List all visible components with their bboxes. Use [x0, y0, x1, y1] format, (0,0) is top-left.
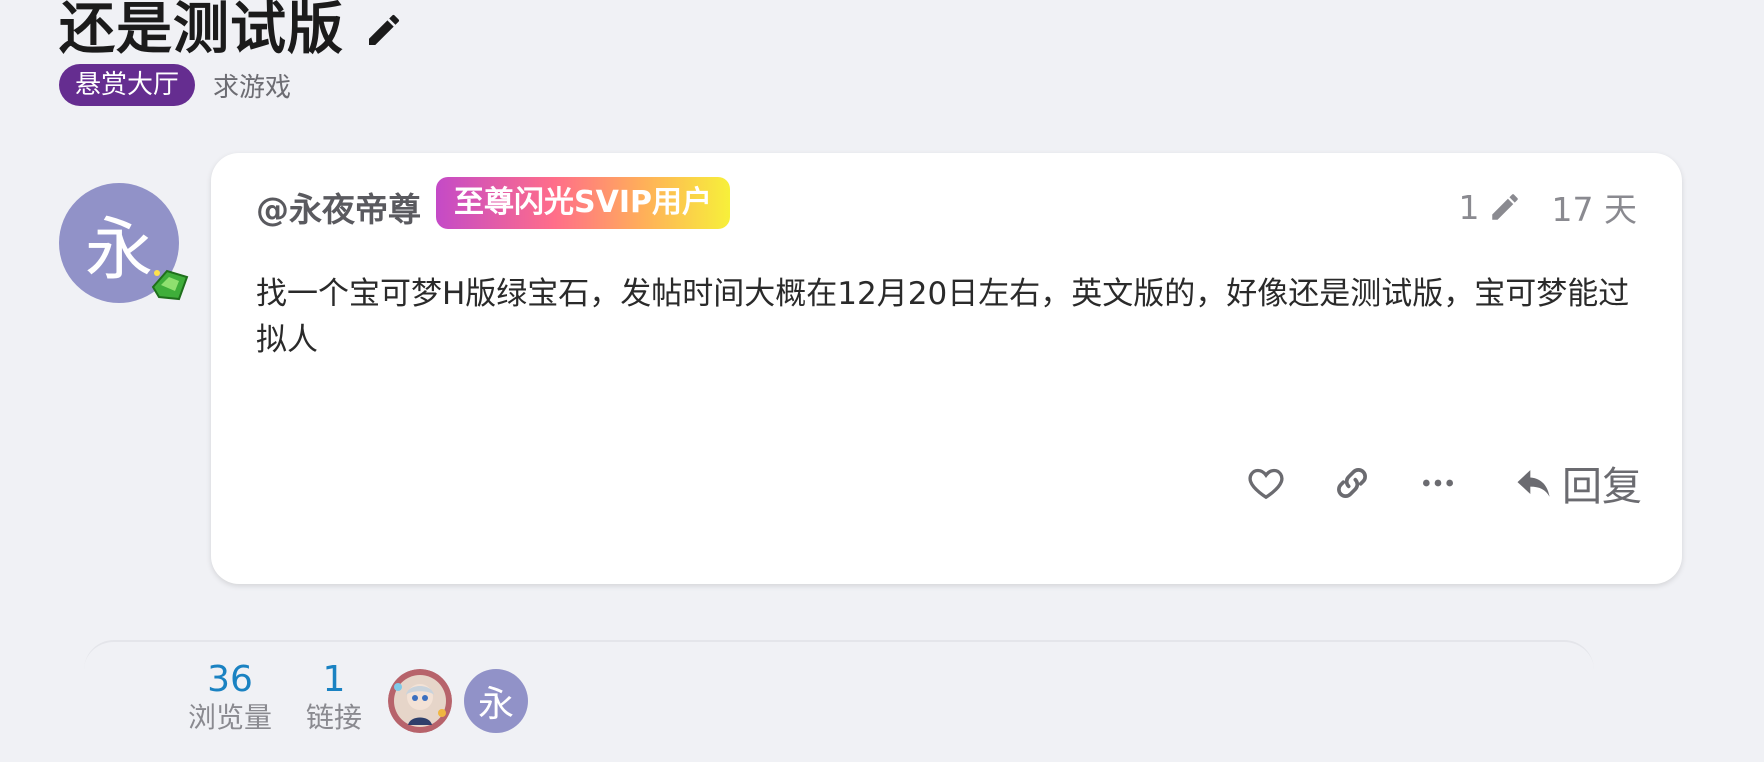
share-link-button[interactable]: [1322, 453, 1382, 513]
flair-icon: [149, 265, 191, 303]
title-row: 还是测试版: [59, 0, 406, 60]
links-label: 链接: [306, 701, 363, 734]
links-count: 1: [322, 659, 346, 700]
ellipsis-icon: [1423, 479, 1453, 487]
user-title-badge: 至尊闪光SVIP用户: [436, 177, 730, 229]
pencil-icon: [1491, 194, 1518, 220]
topic-header: 还是测试版 悬赏大厅 求游戏: [59, 0, 406, 106]
category-badge[interactable]: 悬赏大厅: [59, 64, 196, 106]
post-actions: 回复: [1210, 453, 1642, 513]
link-icon: [1337, 468, 1367, 498]
views-stat: 36 浏览量: [188, 660, 272, 736]
username[interactable]: @永夜帝尊: [256, 183, 421, 231]
post-age[interactable]: 17 天: [1552, 183, 1637, 231]
topic-title[interactable]: 还是测试版: [59, 0, 344, 60]
post-meta: 1 17 天: [1459, 183, 1637, 231]
edit-count: 1: [1458, 187, 1480, 227]
links-stat[interactable]: 1 链接: [306, 660, 362, 736]
topic-tag[interactable]: 求游戏: [213, 67, 291, 104]
participant-avatar[interactable]: [388, 669, 452, 733]
post-body: 找一个宝可梦H版绿宝石，发帖时间大概在12月20日左右，英文版的，好像还是测试版…: [256, 276, 1630, 358]
topic-map: 36 浏览量 1 链接 永: [84, 640, 1594, 762]
views-label: 浏览量: [188, 701, 273, 734]
reply-icon: [1517, 470, 1550, 497]
edit-history-button[interactable]: 1: [1459, 188, 1522, 227]
post-card: @永夜帝尊 至尊闪光SVIP用户 1 17 天 找一个宝可梦H版绿宝石，发帖时间…: [211, 153, 1682, 584]
pencil-icon[interactable]: [362, 8, 406, 52]
category-row: 悬赏大厅 求游戏: [59, 64, 406, 106]
heart-icon: [1248, 468, 1284, 500]
participant-avatar[interactable]: 永: [464, 669, 528, 733]
views-count: 36: [207, 659, 253, 700]
more-actions-button[interactable]: [1408, 453, 1468, 513]
like-button[interactable]: [1236, 453, 1296, 513]
reply-button[interactable]: 回复: [1512, 454, 1642, 512]
reply-label: 回复: [1562, 464, 1642, 510]
